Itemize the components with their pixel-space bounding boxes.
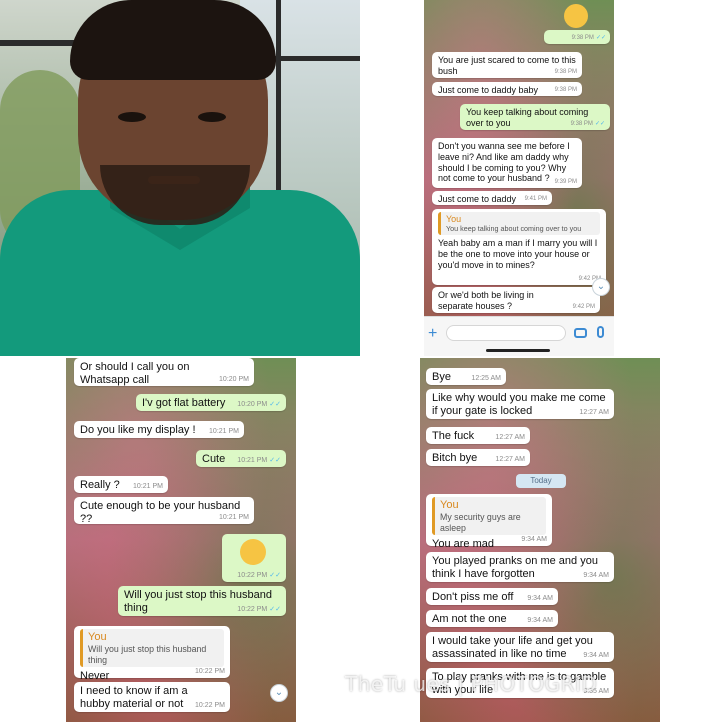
laughing-emoji-icon	[240, 539, 266, 565]
message-bubble-reply[interactable]: You You keep talking about coming over t…	[432, 209, 606, 285]
camera-icon[interactable]	[574, 328, 587, 338]
message-time: 12:27 AM	[495, 433, 525, 441]
message-text: Don't you wanna see me before I leave ni…	[438, 141, 570, 184]
message-time: 10:21 PM	[219, 513, 249, 521]
message-time: 10:22 PM	[237, 571, 268, 579]
message-time: 10:21 PM	[237, 456, 268, 464]
message-bubble-outgoing: 9:38 PM ✓✓	[544, 30, 610, 44]
message-time: 9:42 PM	[572, 303, 595, 310]
scroll-down-button[interactable]: ⌄	[592, 278, 610, 296]
message-time: 9:38 PM	[554, 68, 577, 75]
message-bubble-outgoing[interactable]: You keep talking about coming over to yo…	[460, 104, 610, 130]
message-bubble-incoming[interactable]: Don't you wanna see me before I leave ni…	[432, 138, 582, 188]
quote-text: My security guys are asleep	[440, 512, 521, 533]
attach-plus-icon[interactable]: +	[428, 325, 437, 343]
message-bubble-incoming[interactable]: Cute enough to be your husband ?? 10:21 …	[74, 497, 254, 525]
message-bubble-incoming[interactable]: Bitch bye 12:27 AM	[426, 449, 530, 466]
message-time: 10:21 PM	[133, 482, 163, 490]
message-time: 9:38 PM	[571, 34, 594, 41]
message-time: 9:34 AM	[521, 535, 547, 543]
message-time: 9:41 PM	[524, 195, 547, 202]
message-time: 10:20 PM	[237, 400, 268, 408]
message-bubble-reply[interactable]: You My security guys are asleep You are …	[426, 494, 552, 550]
chevron-down-icon: ⌄	[274, 687, 284, 698]
message-text: Yeah baby am a man if I marry you will I…	[438, 238, 598, 271]
photo-collage: 9:38 PM ✓✓ You are just scared to come to…	[0, 0, 720, 722]
message-bubble-incoming[interactable]: Do you like my display ! 10:21 PM	[74, 421, 244, 438]
read-ticks-icon: ✓✓	[269, 400, 281, 408]
message-bubble-incoming[interactable]: Like why would you make me come if your …	[426, 389, 614, 419]
message-bubble-incoming[interactable]: You are just scared to come to this bush…	[432, 52, 582, 78]
chat-screenshot-top-right: 9:38 PM ✓✓ You are just scared to come to…	[424, 0, 614, 356]
quote-text: You keep talking about coming over to yo…	[446, 223, 582, 233]
message-bubble-incoming[interactable]: Or we'd both be living in separate house…	[432, 287, 600, 313]
date-separator: Today	[516, 474, 566, 488]
message-text: Or we'd both be living in separate house…	[438, 290, 534, 311]
message-time: 9:34 AM	[527, 594, 553, 602]
chevron-down-icon: ⌄	[596, 281, 606, 292]
message-bubble-incoming[interactable]: Really ? 10:21 PM	[74, 476, 168, 493]
message-input-bar: +	[424, 316, 614, 356]
profile-photo	[0, 0, 360, 356]
message-time: 10:22 PM	[195, 701, 225, 709]
message-time: 10:22 PM	[195, 667, 225, 675]
message-bubble-incoming[interactable]: Am not the one 9:34 AM	[426, 610, 558, 627]
emoji-icon	[564, 4, 588, 28]
watermark: TheTu ues | PHOTOGRID	[345, 672, 598, 696]
chat-screenshot-bottom-right: Bye 12:25 AM Like why would you make me …	[420, 358, 660, 722]
read-ticks-icon: ✓✓	[595, 34, 606, 41]
message-time: 10:21 PM	[209, 427, 239, 435]
message-time: 10:22 PM	[237, 605, 268, 613]
microphone-icon[interactable]	[597, 326, 604, 338]
quoted-message[interactable]: You You keep talking about coming over t…	[438, 212, 600, 236]
message-bubble-outgoing[interactable]: Cute 10:21 PM ✓✓	[196, 450, 286, 467]
message-time: 10:20 PM	[219, 375, 249, 383]
quote-text: Will you just stop this husband thing	[88, 644, 207, 665]
scroll-down-button[interactable]: ⌄	[270, 684, 288, 702]
quoted-message[interactable]: You Will you just stop this husband thin…	[80, 629, 224, 668]
message-bubble-incoming[interactable]: Bye 12:25 AM	[426, 368, 506, 385]
message-bubble-incoming[interactable]: I need to know if am a hubby material or…	[74, 682, 230, 712]
message-bubble-incoming[interactable]: Or should I call you on Whatsapp call 10…	[74, 358, 254, 386]
quoted-message[interactable]: You My security guys are asleep	[432, 497, 546, 536]
message-bubble-outgoing[interactable]: 10:22 PM ✓✓	[222, 534, 286, 582]
message-time: 12:27 AM	[579, 408, 609, 416]
message-bubble-reply[interactable]: You Will you just stop this husband thin…	[74, 626, 230, 682]
message-time: 12:25 AM	[471, 374, 501, 382]
quote-author: You	[88, 631, 107, 643]
quote-author: You	[440, 499, 459, 511]
message-time: 12:27 AM	[495, 455, 525, 463]
message-time: 9:39 PM	[554, 178, 577, 185]
message-bubble-incoming[interactable]: The fuck 12:27 AM	[426, 427, 530, 444]
message-bubble-incoming[interactable]: You played pranks on me and you think I …	[426, 552, 614, 582]
message-bubble-incoming[interactable]: Just come to daddy 9:41 PM	[432, 191, 552, 205]
message-bubble-incoming[interactable]: I would take your life and get you assas…	[426, 632, 614, 662]
message-bubble-outgoing[interactable]: I'v got flat battery 10:20 PM ✓✓	[136, 394, 286, 411]
message-bubble-incoming[interactable]: Just come to daddy baby 9:38 PM	[432, 82, 582, 96]
message-text: Or should I call you on Whatsapp call	[80, 361, 190, 387]
message-text: I would take your life and get you assas…	[432, 635, 593, 661]
message-time: 9:34 AM	[583, 651, 609, 659]
message-text: You played pranks on me and you think I …	[432, 555, 598, 581]
message-time: 9:38 PM	[554, 86, 577, 93]
home-indicator	[486, 349, 550, 352]
message-time: 9:34 AM	[527, 616, 553, 624]
read-ticks-icon: ✓✓	[594, 120, 605, 127]
message-bubble-incoming[interactable]: Don't piss me off 9:34 AM	[426, 588, 558, 605]
read-ticks-icon: ✓✓	[269, 571, 281, 579]
message-input[interactable]	[446, 325, 566, 341]
message-bubble-outgoing[interactable]: Will you just stop this husband thing 10…	[118, 586, 286, 616]
message-time: 9:38 PM	[570, 120, 593, 127]
chat-screenshot-bottom-left: Or should I call you on Whatsapp call 10…	[66, 358, 296, 722]
read-ticks-icon: ✓✓	[269, 605, 281, 613]
read-ticks-icon: ✓✓	[269, 456, 281, 464]
message-time: 9:34 AM	[583, 571, 609, 579]
